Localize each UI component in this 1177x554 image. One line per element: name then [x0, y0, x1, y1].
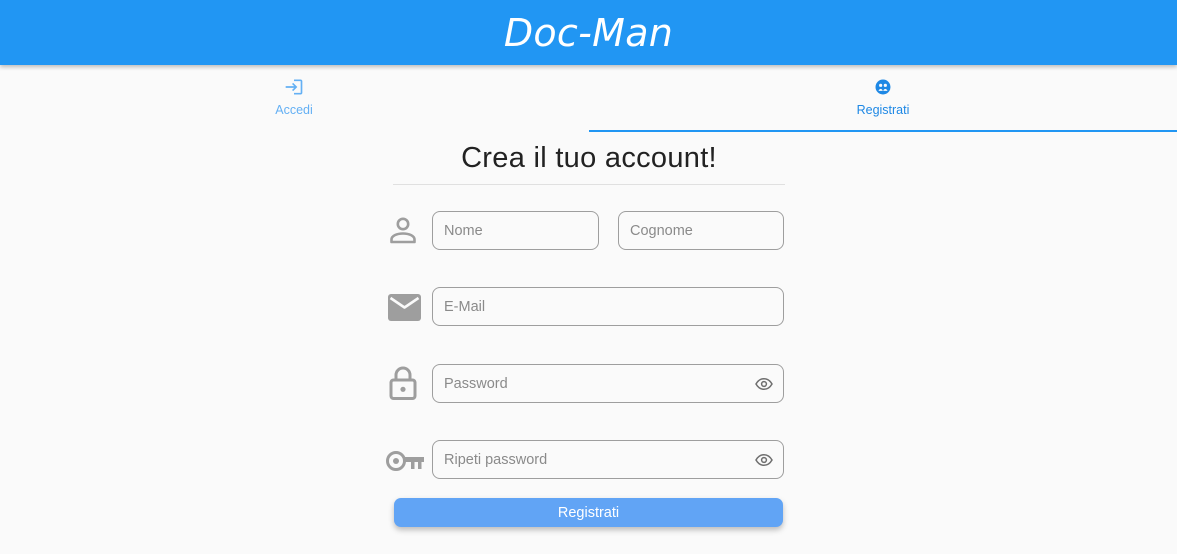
tab-registrati-label: Registrati: [856, 103, 910, 117]
eye-icon[interactable]: [755, 376, 773, 392]
active-tab-indicator: [589, 130, 1177, 132]
login-icon: [285, 79, 303, 95]
app-bar: Doc-Man: [0, 0, 1177, 65]
register-icon: [875, 79, 891, 95]
first-name-field[interactable]: [432, 211, 599, 250]
last-name-input[interactable]: [630, 222, 783, 239]
tab-registrati[interactable]: Registrati: [589, 65, 1177, 133]
tab-accedi[interactable]: Accedi: [0, 65, 588, 133]
last-name-field[interactable]: [618, 211, 784, 250]
password-field[interactable]: [432, 364, 784, 403]
email-input[interactable]: [444, 298, 783, 315]
key-icon: [386, 451, 424, 471]
form-heading: Crea il tuo account!: [461, 142, 717, 174]
email-field[interactable]: [432, 287, 784, 326]
repeat-password-field[interactable]: [432, 440, 784, 479]
lock-icon: [389, 366, 417, 400]
register-button[interactable]: Registrati: [394, 498, 783, 527]
heading-divider: [393, 184, 785, 185]
tab-accedi-label: Accedi: [275, 103, 313, 117]
app-title: Doc-Man: [503, 10, 674, 55]
repeat-password-input[interactable]: [444, 451, 783, 468]
mail-icon: [388, 294, 421, 321]
tab-bar: Accedi Registrati: [0, 65, 1177, 133]
eye-icon[interactable]: [755, 452, 773, 468]
first-name-input[interactable]: [444, 222, 598, 239]
person-icon: [390, 217, 416, 244]
password-input[interactable]: [444, 375, 783, 392]
